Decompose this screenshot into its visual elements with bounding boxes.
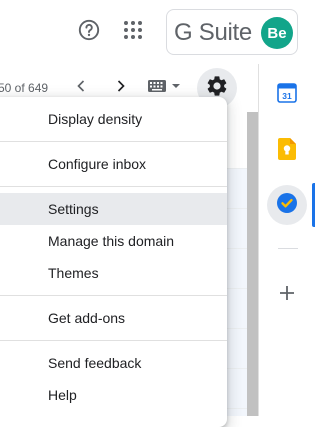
menu-item-label: Display density xyxy=(48,111,143,127)
mail-list-scrollbar[interactable] xyxy=(247,112,258,416)
calendar-date-text: 31 xyxy=(282,91,292,101)
side-panel: 31 xyxy=(259,64,315,416)
menu-separator xyxy=(0,340,227,341)
help-button[interactable] xyxy=(69,12,109,52)
apps-button[interactable] xyxy=(113,12,153,52)
add-icon[interactable] xyxy=(275,281,299,305)
menu-item-label: Manage this domain xyxy=(48,233,175,249)
menu-item-configure-inbox[interactable]: Configure inbox xyxy=(0,148,227,180)
pagination-text: 50 of 649 xyxy=(0,81,49,95)
menu-item-manage-domain[interactable]: Manage this domain xyxy=(0,225,227,257)
tasks-button[interactable] xyxy=(267,185,307,225)
side-panel-separator xyxy=(278,248,298,249)
menu-separator xyxy=(0,141,227,142)
gsuite-account-switcher[interactable]: G Suite Be xyxy=(166,9,298,55)
input-tools-button[interactable] xyxy=(145,78,185,98)
menu-separator xyxy=(0,186,227,187)
menu-item-settings[interactable]: Settings xyxy=(0,193,227,225)
menu-item-help[interactable]: Help xyxy=(0,379,227,411)
keep-icon[interactable] xyxy=(275,137,299,161)
menu-item-label: Send feedback xyxy=(48,355,142,371)
menu-item-label: Themes xyxy=(48,265,99,281)
active-app-indicator xyxy=(312,183,315,227)
tasks-icon xyxy=(275,191,299,220)
help-circle-icon xyxy=(77,18,101,47)
menu-item-label: Get add-ons xyxy=(48,310,126,326)
avatar[interactable]: Be xyxy=(261,17,293,49)
menu-item-label: Configure inbox xyxy=(48,156,147,172)
menu-item-display-density[interactable]: Display density xyxy=(0,103,227,135)
apps-grid-icon xyxy=(121,18,145,47)
calendar-icon[interactable]: 31 xyxy=(275,81,299,105)
menu-separator xyxy=(0,295,227,296)
menu-item-get-add-ons[interactable]: Get add-ons xyxy=(0,302,227,334)
menu-item-send-feedback[interactable]: Send feedback xyxy=(0,347,227,379)
top-header: G Suite Be xyxy=(0,0,315,64)
settings-menu: Display density Configure inbox Settings… xyxy=(0,97,227,427)
gsuite-logo-text: G Suite xyxy=(174,19,252,46)
menu-item-label: Settings xyxy=(48,201,99,217)
menu-item-themes[interactable]: Themes xyxy=(0,257,227,289)
menu-item-label: Help xyxy=(48,387,77,403)
